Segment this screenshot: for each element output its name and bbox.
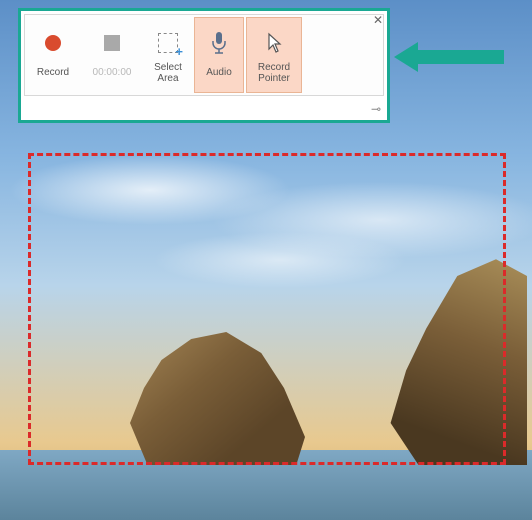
select-area-label: Select Area — [154, 62, 182, 85]
callout-arrow-icon — [394, 40, 504, 74]
timer-display: 00:00:00 — [93, 62, 132, 84]
cursor-arrow-icon — [264, 32, 284, 54]
record-button[interactable]: Record — [25, 15, 81, 95]
record-circle-icon — [45, 35, 61, 51]
stop-button[interactable]: 00:00:00 — [81, 15, 143, 95]
record-label: Record — [37, 62, 69, 84]
recording-toolbar: ✕ Record 00:00:00 Select Area Audio — [18, 8, 390, 123]
pin-icon[interactable]: ⊸ — [371, 102, 381, 116]
close-icon[interactable]: ✕ — [373, 13, 383, 27]
audio-button[interactable]: Audio — [194, 17, 244, 93]
microphone-icon — [210, 31, 228, 55]
record-pointer-label: Record Pointer — [258, 62, 290, 85]
record-pointer-button[interactable]: Record Pointer — [246, 17, 302, 93]
stop-square-icon — [104, 35, 120, 51]
select-area-icon — [158, 33, 178, 53]
audio-label: Audio — [206, 62, 232, 84]
toolbar-buttons: Record 00:00:00 Select Area Audio — [24, 14, 384, 96]
recording-selection-area[interactable] — [28, 153, 506, 465]
select-area-button[interactable]: Select Area — [143, 15, 193, 95]
